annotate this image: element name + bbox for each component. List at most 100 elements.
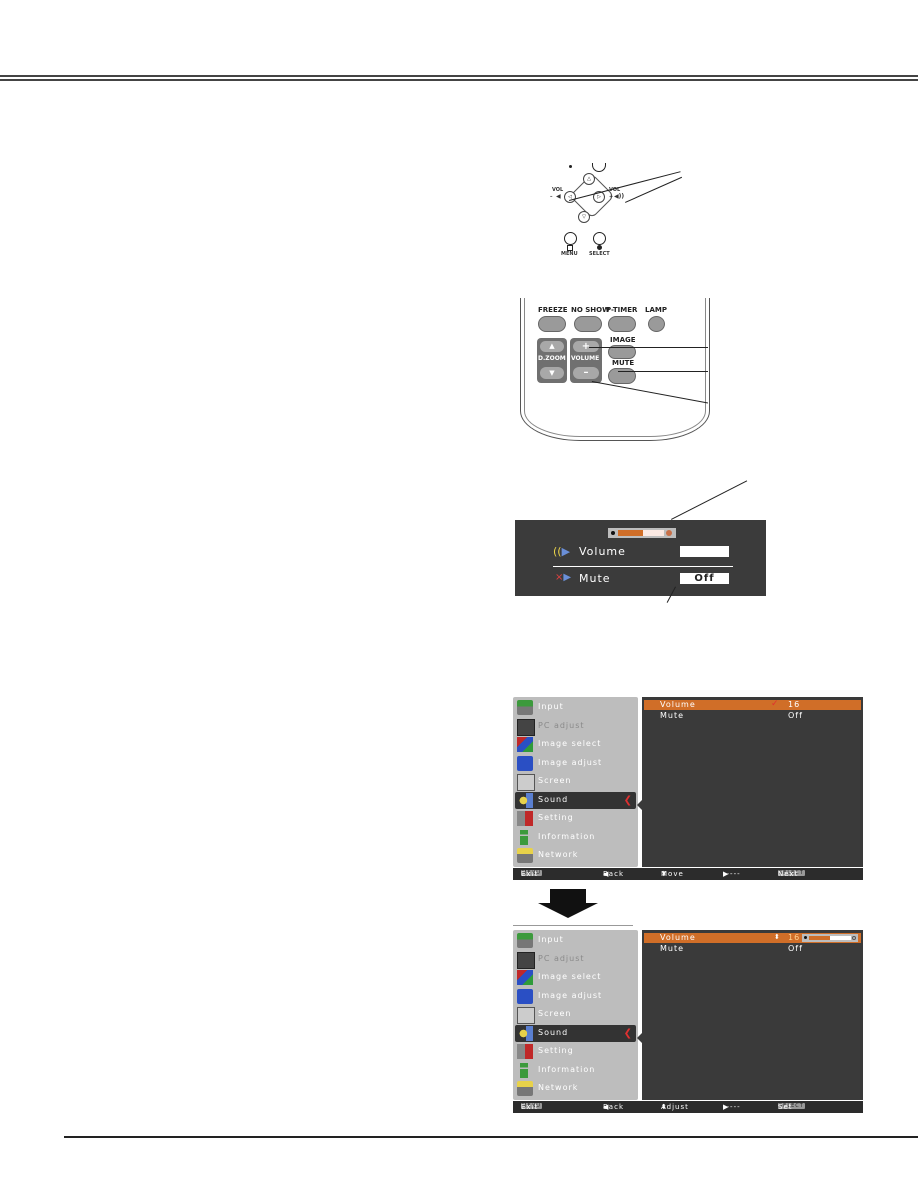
menu-item-label: Sound (538, 794, 569, 804)
slider-track (809, 936, 851, 940)
menu-item-label: Information (538, 831, 596, 841)
menu-item-image-select[interactable]: Image select (515, 969, 636, 986)
selected-arrow-icon: ❮ (623, 1027, 632, 1039)
menu-item-information[interactable]: Information (515, 1062, 636, 1079)
image-adjust-icon (517, 988, 533, 1004)
vol-minus-button[interactable]: ◁ (564, 191, 576, 203)
leader-line (671, 480, 748, 520)
submenu-value: Off (788, 711, 803, 720)
menu-item-sound[interactable]: Sound ❮ (515, 1024, 636, 1042)
menu-item-label: Network (538, 1083, 579, 1092)
volume-max-icon (666, 530, 672, 536)
speaker-minus-icon: ◀ (556, 193, 561, 200)
network-icon (517, 848, 533, 863)
submenu-value: 16 (788, 933, 801, 942)
menu-item-label: Input (538, 702, 564, 711)
divider (513, 925, 633, 926)
menu-item-information[interactable]: Information (515, 829, 636, 846)
submenu-row-mute[interactable]: Mute Off (644, 711, 861, 721)
menu-item-label: Input (538, 935, 564, 944)
down-arrow-icon (538, 889, 598, 918)
menu-item-network[interactable]: Network (515, 1080, 636, 1097)
control-panel-diagram: △ ◁ ▷ ▽ VOL – ◀ VOL + ◀)) MENU SELECT (520, 160, 720, 260)
submenu-row-mute[interactable]: Mute Off (644, 944, 861, 954)
down-button[interactable]: ▽ (578, 211, 590, 223)
menu-item-pc-adjust[interactable]: PC adjust (515, 718, 636, 736)
submenu-row-volume[interactable]: Volume ✓ 16 (644, 699, 861, 710)
status-bar: MENU Exit ◀ Back ⬍ Adjust ▶ ----- SELECT Set (513, 1101, 863, 1113)
d-zoom-label: D.ZOOM (538, 355, 566, 362)
submenu-label: Mute (660, 944, 685, 953)
slider-min-icon (804, 936, 807, 939)
menu-item-label: PC adjust (538, 720, 585, 730)
volume-slider[interactable] (802, 934, 858, 942)
menu-item-label: Network (538, 850, 579, 859)
d-zoom-down-button[interactable]: ▼ (540, 367, 564, 379)
volume-track (618, 530, 664, 536)
screen-icon (517, 774, 535, 791)
menu-item-image-adjust[interactable]: Image adjust (515, 755, 636, 772)
menu-item-input[interactable]: Input (515, 932, 636, 949)
sound-icon (517, 1025, 533, 1041)
pc-adjust-icon (517, 718, 535, 736)
menu-item-label: Image select (538, 972, 602, 981)
power-button[interactable] (592, 163, 606, 172)
menu-button[interactable] (564, 232, 577, 245)
pc-adjust-icon (517, 951, 535, 969)
lamp-button[interactable] (648, 316, 665, 332)
submenu-panel: Volume ✓ 16 Mute Off (642, 697, 863, 867)
input-icon (517, 933, 533, 948)
freeze-label: FREEZE (538, 306, 568, 314)
menu-item-label: Information (538, 1064, 596, 1074)
freeze-button[interactable] (538, 316, 566, 332)
vol-plus-sign: + (609, 194, 614, 200)
slider-fill (809, 936, 830, 940)
leader-line (589, 347, 708, 348)
submenu-row-volume[interactable]: Volume ⬍ 16 (644, 933, 861, 943)
d-zoom-up-button[interactable]: ▲ (540, 341, 564, 352)
menu-item-screen[interactable]: Screen (515, 773, 636, 791)
mute-value-box: Off (680, 573, 729, 584)
image-adjust-icon (517, 755, 533, 771)
menu-item-setting[interactable]: Setting (515, 1043, 636, 1060)
menu-item-screen[interactable]: Screen (515, 1006, 636, 1024)
menu-item-pc-adjust[interactable]: PC adjust (515, 951, 636, 969)
indicator-dot (569, 165, 572, 168)
d-zoom-group: ▲ D.ZOOM ▼ (537, 338, 567, 383)
up-button[interactable]: △ (583, 173, 595, 185)
main-menu-list: Input PC adjust Image select Image adjust Sc… (513, 697, 638, 867)
menu-item-label: Image adjust (538, 757, 603, 767)
menu-item-input[interactable]: Input (515, 699, 636, 716)
selected-arrow-icon: ❮ (623, 794, 632, 806)
remote-control-diagram: FREEZE NO SHOW P-TIMER LAMP IMAGE MUTE ▲… (520, 298, 710, 442)
submenu-label: Volume (660, 700, 696, 709)
select-button[interactable] (593, 232, 606, 245)
information-icon (520, 829, 528, 845)
menu-item-image-select[interactable]: Image select (515, 736, 636, 753)
no-show-label: NO SHOW (571, 306, 610, 314)
menu-item-label: Sound (538, 1027, 569, 1037)
menu-item-image-adjust[interactable]: Image adjust (515, 988, 636, 1005)
select-symbol-icon (597, 245, 602, 250)
speaker-plus-icon: ◀)) (614, 193, 625, 200)
volume-label: VOLUME (571, 355, 600, 362)
vol-minus-sign: – (550, 194, 553, 200)
menu-item-label: Image select (538, 739, 602, 748)
information-icon (520, 1062, 528, 1078)
menu-item-network[interactable]: Network (515, 847, 636, 864)
menu-item-setting[interactable]: Setting (515, 810, 636, 827)
volume-osd-panel: ((▶ Volume ×▶ Mute Off (515, 520, 766, 596)
volume-minus-button[interactable]: – (573, 367, 599, 379)
menu-item-label: Screen (538, 776, 572, 785)
header-rule-2 (0, 79, 918, 81)
menu-item-sound[interactable]: Sound ❮ (515, 791, 636, 809)
volume-level-bar[interactable] (608, 528, 676, 538)
setting-icon (517, 811, 533, 826)
p-timer-button[interactable] (608, 316, 636, 332)
submenu-value: Off (788, 944, 803, 953)
main-menu-list: Input PC adjust Image select Image adjust Sc… (513, 930, 638, 1100)
volume-fill (618, 530, 644, 536)
mute-label: Mute (579, 572, 611, 585)
network-icon (517, 1081, 533, 1096)
no-show-button[interactable] (574, 316, 602, 332)
